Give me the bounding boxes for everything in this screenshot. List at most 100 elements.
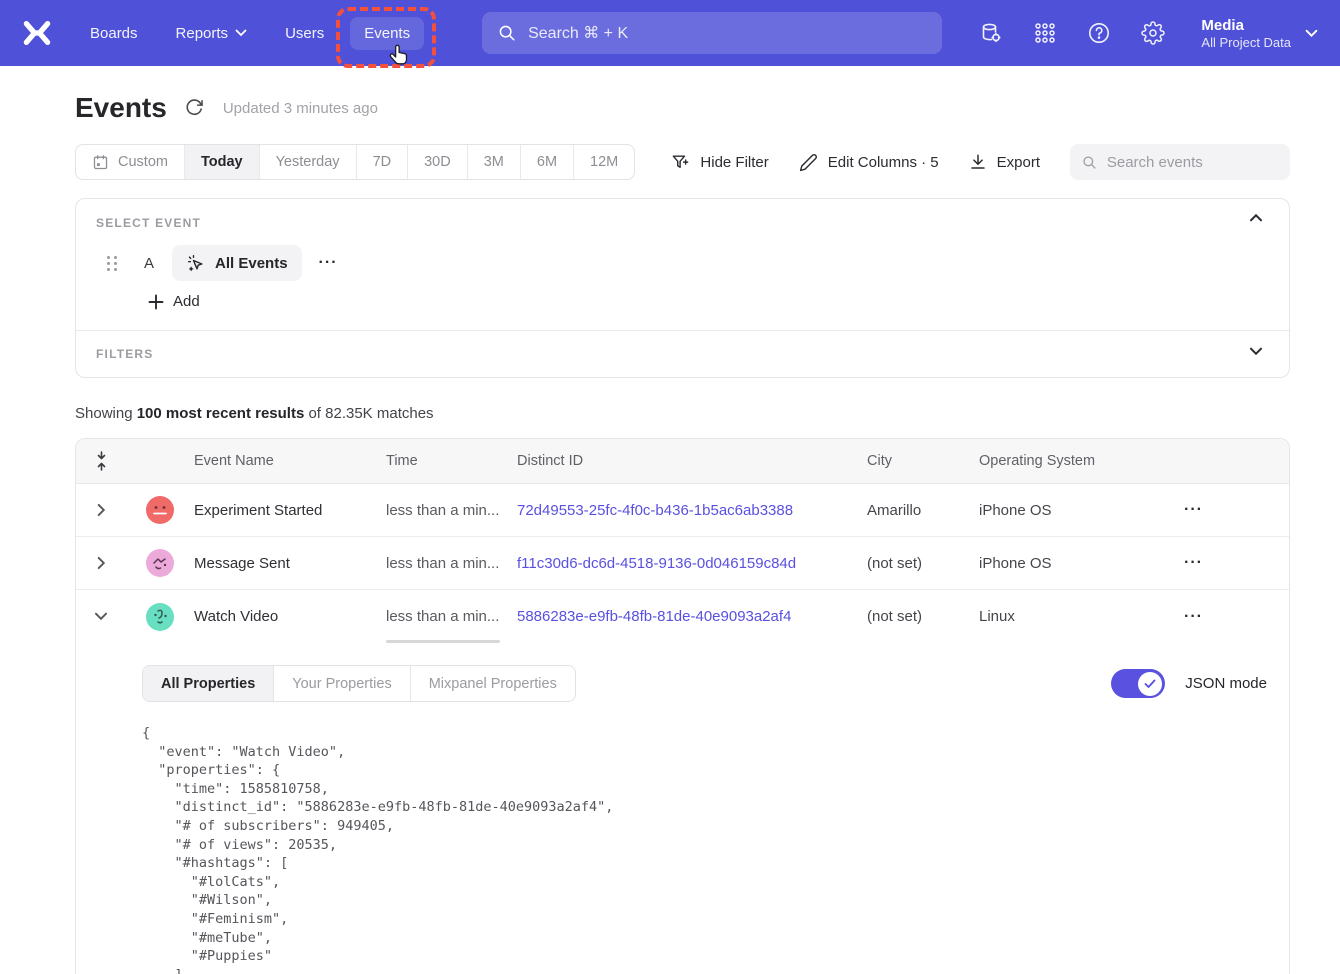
column-header-distinct-id[interactable]: Distinct ID: [517, 453, 867, 469]
table-row[interactable]: Watch Video less than a min... 5886283e-…: [76, 590, 1289, 643]
date-range-6m[interactable]: 6M: [521, 145, 574, 179]
global-search-input[interactable]: Search ⌘ + K: [482, 12, 942, 54]
date-range-custom[interactable]: Custom: [76, 145, 185, 179]
chevron-down-icon: [94, 612, 108, 621]
settings-gear-icon[interactable]: [1141, 21, 1165, 45]
project-name: Media: [1201, 16, 1291, 36]
distinct-id-link[interactable]: 72d49553-25fc-4f0c-b436-1b5ac6ab3388: [517, 502, 867, 519]
avatar: [146, 496, 174, 524]
event-detail-panel: All Properties Your Properties Mixpanel …: [76, 643, 1289, 974]
column-header-os[interactable]: Operating System: [979, 453, 1159, 469]
os-cell: Linux: [979, 608, 1159, 625]
search-events-field[interactable]: [1070, 144, 1290, 180]
mixpanel-logo-icon[interactable]: [22, 16, 56, 50]
chevron-down-icon: [1305, 29, 1318, 38]
os-cell: iPhone OS: [979, 555, 1159, 572]
chevron-down-icon: [1249, 347, 1263, 356]
date-range-custom-label: Custom: [118, 154, 168, 170]
event-json-content: { "event": "Watch Video", "properties": …: [142, 724, 1289, 974]
tab-your-properties[interactable]: Your Properties: [274, 666, 410, 701]
date-range-3m[interactable]: 3M: [468, 145, 521, 179]
chevron-right-icon: [97, 503, 106, 517]
event-row-more-button[interactable]: ···: [319, 254, 338, 272]
refresh-icon[interactable]: [185, 98, 205, 118]
project-selector[interactable]: Media All Project Data: [1201, 16, 1318, 51]
search-events-input[interactable]: [1107, 154, 1278, 171]
properties-tabs: All Properties Your Properties Mixpanel …: [142, 665, 576, 702]
time-cell: less than a min...: [386, 502, 517, 519]
time-cell: less than a min...: [386, 555, 517, 572]
export-button[interactable]: Export: [969, 153, 1040, 171]
last-updated-text: Updated 3 minutes ago: [223, 100, 378, 117]
export-label: Export: [997, 154, 1040, 171]
pencil-icon: [799, 153, 818, 172]
search-icon: [1082, 154, 1097, 171]
table-row[interactable]: Message Sent less than a min... f11c30d6…: [76, 537, 1289, 590]
select-event-label: SELECT EVENT: [96, 216, 1269, 230]
drag-handle-icon[interactable]: [107, 256, 118, 271]
page-title: Events: [75, 92, 167, 124]
time-cell: less than a min...: [386, 608, 517, 625]
expand-row-button[interactable]: [76, 556, 126, 570]
date-range-yesterday[interactable]: Yesterday: [260, 145, 357, 179]
all-events-selector[interactable]: All Events: [172, 245, 302, 281]
distinct-id-link[interactable]: 5886283e-e9fb-48fb-81de-40e9093a2af4: [517, 608, 867, 625]
date-range-7d[interactable]: 7D: [357, 145, 409, 179]
row-actions-button[interactable]: ···: [1184, 554, 1203, 571]
edit-columns-label: Edit Columns · 5: [828, 154, 939, 171]
data-management-icon[interactable]: [979, 21, 1003, 45]
distinct-id-link[interactable]: f11c30d6-dc6d-4518-9136-0d046159c84d: [517, 555, 867, 572]
tab-mixpanel-properties[interactable]: Mixpanel Properties: [411, 666, 575, 701]
row-actions-button[interactable]: ···: [1184, 608, 1203, 625]
nav-item-reports[interactable]: Reports: [176, 25, 248, 42]
hide-filter-button[interactable]: Hide Filter: [671, 153, 768, 172]
query-builder-card: SELECT EVENT A All Even: [75, 198, 1290, 378]
avatar: [146, 549, 174, 577]
column-header-time[interactable]: Time: [386, 453, 517, 469]
event-row-letter: A: [144, 255, 154, 272]
expand-row-button[interactable]: [76, 503, 126, 517]
chevron-up-icon: [1249, 213, 1263, 222]
json-mode-label: JSON mode: [1185, 675, 1267, 692]
filter-icon: [671, 153, 690, 172]
magic-cursor-icon: [186, 253, 206, 273]
nav-item-events-active[interactable]: Events: [350, 17, 424, 50]
chevron-down-icon: [235, 29, 247, 37]
results-count: 100 most recent results: [137, 405, 305, 422]
expand-filters-button[interactable]: [1249, 347, 1269, 367]
add-event-button[interactable]: Add: [148, 293, 200, 310]
collapse-row-button[interactable]: [76, 612, 126, 621]
horizontal-scrollbar-thumb[interactable]: [386, 640, 500, 643]
tab-all-properties[interactable]: All Properties: [143, 666, 274, 701]
collapse-arrows-icon: [95, 451, 108, 471]
city-cell: (not set): [867, 555, 979, 572]
all-events-label: All Events: [215, 255, 288, 272]
select-event-section: SELECT EVENT A All Even: [76, 199, 1289, 330]
avatar: [146, 603, 174, 631]
global-search-placeholder: Search ⌘ + K: [528, 23, 628, 43]
event-query-row: A All Events ···: [96, 245, 1269, 281]
collapse-section-button[interactable]: [1249, 213, 1269, 233]
help-icon[interactable]: [1087, 21, 1111, 45]
hide-filter-label: Hide Filter: [700, 154, 768, 171]
top-navbar: Boards Reports Users Events Search ⌘ + K: [0, 0, 1340, 66]
date-range-today[interactable]: Today: [185, 145, 260, 179]
collapse-all-rows-button[interactable]: [76, 451, 126, 471]
json-mode-control: JSON mode: [1111, 669, 1267, 698]
results-summary: Showing 100 most recent results of 82.35…: [75, 405, 1290, 422]
nav-item-boards[interactable]: Boards: [90, 25, 138, 42]
apps-grid-icon[interactable]: [1033, 21, 1057, 45]
project-scope: All Project Data: [1201, 35, 1291, 50]
row-actions-button[interactable]: ···: [1184, 501, 1203, 518]
events-table: Event Name Time Distinct ID City Operati…: [75, 438, 1290, 974]
edit-columns-button[interactable]: Edit Columns · 5: [799, 153, 939, 172]
add-event-label: Add: [173, 293, 200, 310]
column-header-city[interactable]: City: [867, 453, 979, 469]
column-header-event-name[interactable]: Event Name: [194, 453, 386, 469]
calendar-icon: [92, 154, 109, 171]
nav-item-users[interactable]: Users: [285, 25, 324, 42]
json-mode-toggle[interactable]: [1111, 669, 1165, 698]
date-range-30d[interactable]: 30D: [408, 145, 468, 179]
table-row[interactable]: Experiment Started less than a min... 72…: [76, 484, 1289, 537]
date-range-12m[interactable]: 12M: [574, 145, 634, 179]
